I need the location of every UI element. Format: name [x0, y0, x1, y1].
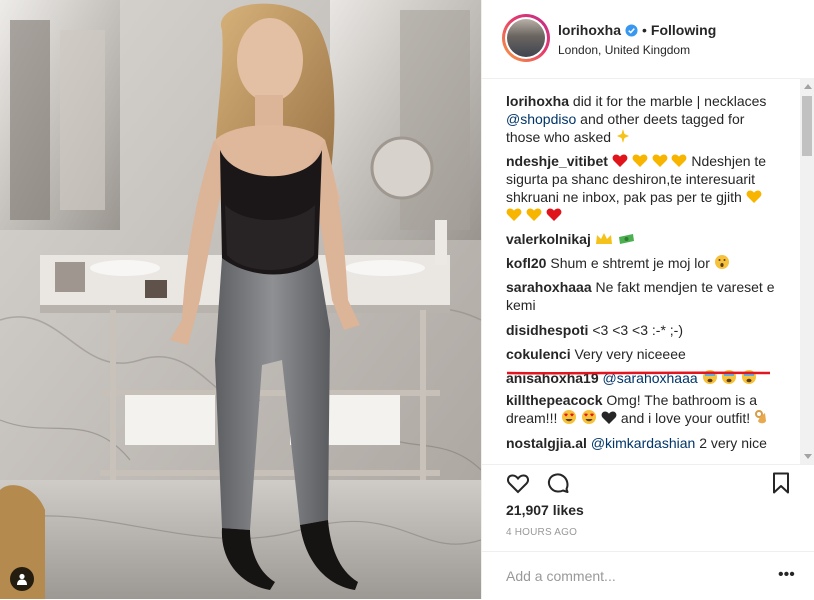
comment-username[interactable]: kofl20 [506, 255, 546, 271]
add-comment-bar: Add a comment... ••• [482, 551, 814, 600]
comment-text: did it for the marble | necklaces [572, 93, 767, 109]
comments-list[interactable]: lorihoxha did it for the marble | neckla… [482, 78, 814, 464]
red-heart-emoji-icon [546, 208, 562, 221]
comment-icon[interactable] [546, 471, 570, 495]
add-comment-input[interactable]: Add a comment... [506, 568, 616, 584]
comment-username[interactable]: sarahoxhaaa [506, 279, 592, 295]
more-icon[interactable]: ••• [778, 566, 795, 584]
scrollbar-thumb[interactable] [802, 96, 812, 156]
comment-username[interactable]: disidhespoti [506, 322, 588, 338]
ok-hand-emoji-icon [755, 410, 766, 424]
yellow-heart-emoji-icon [652, 154, 667, 167]
post-image [0, 0, 481, 599]
post-photo[interactable] [0, 0, 481, 599]
yellow-heart-emoji-icon [526, 208, 542, 221]
comment-text: 2 very nice [699, 435, 767, 451]
post-header: lorihoxha • Following London, United Kin… [482, 0, 814, 79]
surprised-face-emoji-icon [714, 255, 729, 269]
avatar[interactable] [502, 14, 550, 62]
comment-username[interactable]: lorihoxha [506, 93, 569, 109]
comment-item: nostalgjia.al @kimkardashian 2 very nice [506, 434, 778, 452]
action-bar [482, 464, 814, 501]
comment-item: kofl20 Shum e shtremt je moj lor [506, 254, 778, 272]
location-link[interactable]: London, United Kingdom [558, 43, 690, 57]
comment-text: <3 <3 <3 :-* ;-) [592, 322, 684, 338]
comment-username[interactable]: cokulenci [506, 346, 571, 362]
comment-username[interactable]: ndeshje_vitibet [506, 153, 608, 169]
yellow-heart-emoji-icon [746, 190, 762, 203]
comment-item-highlighted: sarahoxhaaa Ne fakt mendjen te vareset e… [506, 278, 778, 314]
comment-item: disidhespoti <3 <3 <3 :-* ;-) [506, 321, 778, 339]
comment-text: Shum e shtremt je moj lor [550, 255, 710, 271]
heart-icon[interactable] [506, 471, 530, 495]
comment-item: cokulenci Very very niceeee [506, 345, 778, 363]
red-annotation-underline [506, 371, 771, 375]
separator-dot: • [642, 22, 647, 38]
caption: lorihoxha did it for the marble | neckla… [506, 92, 778, 146]
red-heart-emoji-icon [612, 154, 628, 167]
user-tag-button[interactable] [10, 567, 34, 591]
comment-mention[interactable]: @kimkardashian [591, 435, 695, 451]
money-emoji-icon [618, 234, 634, 244]
username-row: lorihoxha • Following [558, 22, 716, 38]
username-link[interactable]: lorihoxha [558, 22, 621, 38]
comment-text: Very very niceeee [574, 346, 686, 362]
heart-eyes-emoji-icon [582, 410, 597, 424]
bookmark-icon[interactable] [769, 471, 793, 495]
black-heart-emoji-icon [601, 411, 617, 424]
comment-text-2: and i love your outfit! [620, 410, 751, 426]
yellow-heart-emoji-icon [506, 208, 522, 221]
post-timestamp[interactable]: 4 HOURS AGO [506, 527, 577, 538]
comment-username[interactable]: nostalgjia.al [506, 435, 587, 451]
scroll-up-arrow-icon[interactable] [804, 84, 812, 89]
crown-emoji-icon [595, 233, 612, 244]
yellow-heart-emoji-icon [632, 154, 648, 167]
user-tag-icon [17, 573, 27, 585]
following-button[interactable]: Following [651, 22, 716, 38]
sparkles-emoji-icon [616, 129, 629, 143]
comment-username[interactable]: killthepeacock [506, 392, 603, 408]
scroll-down-arrow-icon[interactable] [804, 454, 812, 459]
verified-icon [625, 23, 638, 37]
heart-eyes-emoji-icon [562, 410, 577, 424]
post-panel: lorihoxha • Following London, United Kin… [481, 0, 814, 599]
yellow-heart-emoji-icon [672, 154, 687, 167]
comment-item: valerkolnikaj [506, 230, 778, 248]
like-count[interactable]: 21,907 likes [506, 502, 584, 518]
comment-item: ndeshje_vitibet Ndeshjen te sigurta pa s… [506, 152, 778, 224]
comment-username[interactable]: valerkolnikaj [506, 231, 591, 247]
comment-mention[interactable]: @shopdiso [506, 111, 576, 127]
comment-item: killthepeacock Omg! The bathroom is a dr… [506, 391, 778, 427]
